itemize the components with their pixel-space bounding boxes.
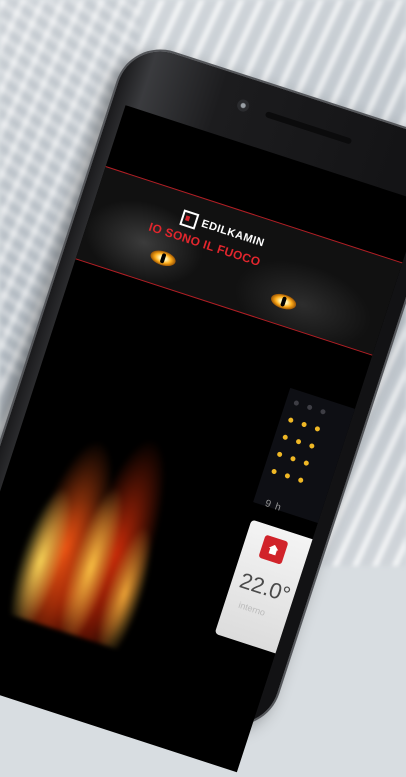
- left-eye-graphic: [148, 247, 178, 269]
- house-logo-icon: [179, 209, 200, 230]
- level-dot: [276, 451, 283, 458]
- brand-banner: EDILKAMIN IO SONO IL FUOCO: [75, 166, 403, 356]
- level-dot: [300, 421, 308, 428]
- level-dot: [297, 477, 304, 484]
- level-dot: [319, 408, 327, 415]
- level-dot: [270, 468, 278, 475]
- level-dot: [293, 399, 300, 407]
- level-dot: [306, 404, 313, 411]
- level-dot: [289, 455, 297, 462]
- level-dot: [287, 417, 294, 424]
- temperature-card[interactable]: 22.0° interno: [214, 519, 328, 659]
- level-dot: [303, 459, 310, 467]
- home-icon: [258, 534, 289, 565]
- level-dot: [314, 425, 321, 432]
- fire-animation: [0, 330, 226, 656]
- level-dot: [284, 472, 291, 480]
- temperature-label: interno: [237, 599, 267, 618]
- right-eye-graphic: [269, 290, 299, 313]
- level-dot: [282, 434, 289, 441]
- level-dot: [308, 442, 316, 450]
- level-dot: [295, 438, 302, 445]
- earpiece-speaker: [264, 111, 353, 145]
- front-camera: [235, 98, 251, 114]
